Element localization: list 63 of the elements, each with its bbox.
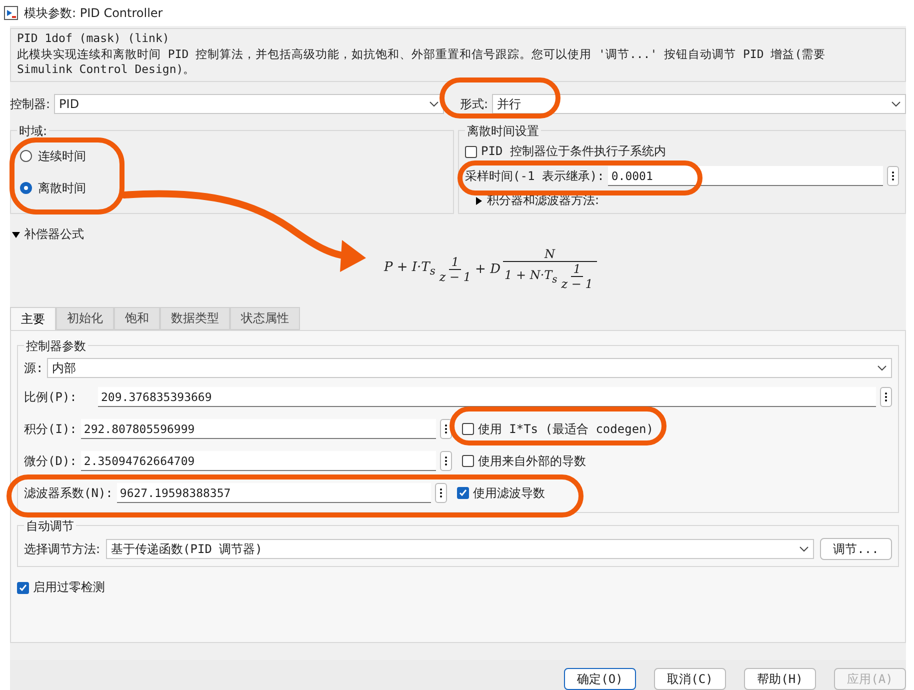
- tune-button[interactable]: 调节...: [820, 538, 892, 560]
- dialog-button[interactable]: 取消(C): [654, 668, 726, 690]
- field-label: 控制器:: [10, 96, 50, 112]
- app-icon: [4, 6, 18, 20]
- description-title: PID 1dof (mask) (link): [17, 31, 170, 45]
- caret-right-icon[interactable]: [475, 196, 483, 204]
- dialog-button[interactable]: 帮助(H): [744, 668, 816, 690]
- sample-time-field[interactable]: 0.0001: [608, 166, 883, 186]
- more-button[interactable]: [440, 451, 452, 471]
- field-label: 选择调节方法:: [24, 540, 100, 558]
- tab[interactable]: 饱和: [114, 307, 160, 330]
- window-title: 模块参数: PID Controller: [24, 4, 163, 22]
- field-label: 微分(D):: [24, 452, 77, 470]
- controller-dropdown[interactable]: PID: [54, 94, 444, 114]
- chevron-down-icon: [877, 365, 887, 371]
- field-label: 比例(P):: [24, 388, 77, 406]
- checkbox-label: 启用过零检测: [33, 579, 105, 596]
- radio-label: 连续时间: [38, 148, 86, 164]
- chevron-down-icon: [799, 546, 809, 552]
- chevron-down-icon: [429, 101, 440, 107]
- parameter-field[interactable]: 9627.19598388357: [116, 483, 431, 503]
- field-label: 采样时间(-1 表示继承):: [465, 168, 604, 184]
- source-dropdown[interactable]: 内部: [47, 358, 892, 378]
- more-button[interactable]: [440, 419, 452, 439]
- more-icon: [440, 488, 442, 498]
- tuning-method-dropdown[interactable]: 基于传递函数(PID 调节器): [106, 539, 814, 559]
- tab[interactable]: 数据类型: [160, 307, 230, 330]
- more-icon: [444, 456, 447, 466]
- more-button[interactable]: [434, 483, 447, 503]
- more-button[interactable]: [880, 387, 892, 407]
- radio-button[interactable]: [20, 182, 32, 194]
- checkbox-label: 使用来自外部的导数: [478, 452, 586, 470]
- checkbox[interactable]: [465, 146, 477, 158]
- group-title: 离散时间设置: [465, 123, 541, 140]
- checkbox[interactable]: [462, 455, 474, 467]
- parameter-field[interactable]: 209.376835393669: [98, 387, 876, 407]
- checkbox[interactable]: [462, 423, 474, 435]
- checkbox-label: PID 控制器位于条件执行子系统内: [481, 143, 666, 160]
- more-icon: [444, 424, 447, 434]
- radio-label: 离散时间: [38, 180, 86, 196]
- tab[interactable]: 初始化: [56, 307, 114, 330]
- dialog-button[interactable]: 确定(O): [564, 668, 636, 690]
- more-button[interactable]: [887, 166, 899, 186]
- group-title: 自动调节: [24, 518, 76, 535]
- radio-button[interactable]: [20, 150, 32, 162]
- form-dropdown[interactable]: 并行: [492, 94, 906, 114]
- checkbox[interactable]: [17, 582, 29, 594]
- section-label: 补偿器公式: [24, 226, 84, 243]
- checkbox-label: 使用滤波导数: [472, 484, 545, 502]
- description-text: 此模块实现连续和离散时间 PID 控制算法，并包括高级功能，如抗饱和、外部重置和信号跟踪。您可以使用 '调节...' 按钮自动调节 PID 增益(需要 Simulink Control Design)。: [17, 47, 827, 77]
- tab[interactable]: 主要: [10, 307, 56, 330]
- field-label: 积分(I):: [24, 420, 77, 438]
- checkbox-label: 使用 I*Ts (最适合 codegen): [478, 420, 654, 438]
- caret-down-icon[interactable]: [12, 230, 20, 238]
- group-title: 控制器参数: [24, 338, 88, 355]
- tab[interactable]: 状态属性: [230, 307, 300, 330]
- parameter-field[interactable]: 2.35094762664709: [80, 451, 436, 471]
- field-label: 形式:: [460, 96, 488, 112]
- field-label: 滤波器系数(N):: [24, 484, 113, 502]
- field-label: 源:: [24, 360, 44, 376]
- parameter-field[interactable]: 292.807805596999: [80, 419, 436, 439]
- chevron-down-icon: [891, 101, 901, 107]
- checkbox[interactable]: [456, 487, 469, 499]
